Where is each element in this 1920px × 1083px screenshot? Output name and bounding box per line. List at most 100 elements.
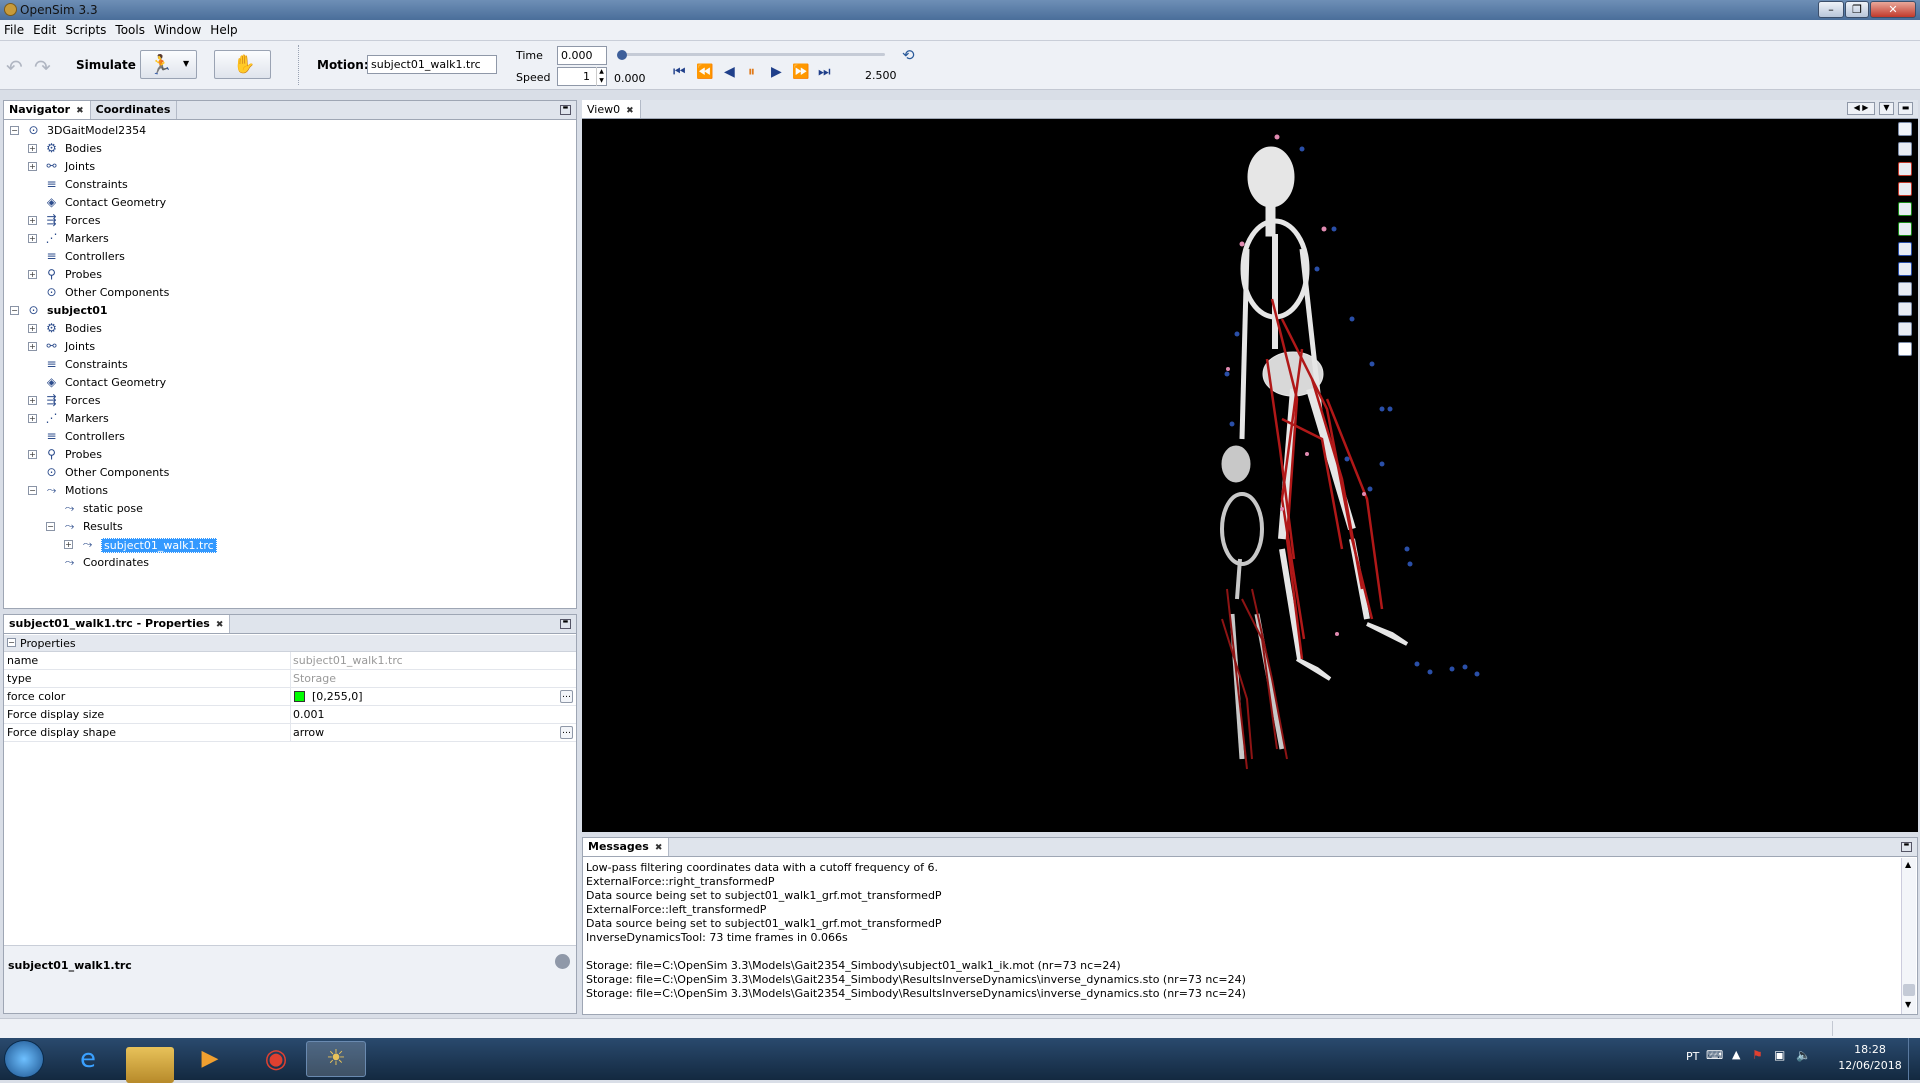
play-reverse-icon[interactable]: ◀ [724, 64, 735, 80]
maximize-button[interactable]: ❐ [1845, 1, 1869, 18]
tree-item-bodies[interactable]: + ⚙ Bodies [4, 140, 574, 158]
tree-item-coordinates[interactable]: ⤳ Coordinates [4, 554, 574, 572]
property-row-force-display-shape[interactable]: Force display shape arrow… [4, 724, 576, 742]
tree-model-subject01[interactable]: − ⊙ subject01 [4, 302, 574, 320]
expand-icon[interactable]: + [28, 270, 37, 279]
step-back-icon[interactable]: ⏪ [696, 64, 713, 80]
tree-item-joints[interactable]: + ⚯ Joints [4, 158, 574, 176]
run-simulation-button[interactable]: 🏃 ▼ [140, 50, 197, 79]
expand-icon[interactable]: + [28, 144, 37, 153]
pause-icon[interactable]: ⏸ [748, 64, 755, 80]
scroll-tabs-icon[interactable]: ◀ ▶ [1847, 102, 1875, 115]
close-icon[interactable]: ✖ [76, 106, 84, 116]
menu-help[interactable]: Help [206, 20, 242, 37]
property-row-force-display-size[interactable]: Force display size 0.001 [4, 706, 576, 724]
play-icon[interactable]: ▶ [771, 64, 782, 80]
property-value[interactable]: 0.001 [293, 708, 325, 721]
tree-item-motions[interactable]: − ⤳ Motions [4, 482, 574, 500]
tree-item-markers[interactable]: + ⋰ Markers [4, 410, 574, 428]
clock-date[interactable]: 12/06/2018 [1836, 1059, 1904, 1072]
speed-spinner[interactable]: ▲ ▼ [596, 67, 606, 86]
action-center-icon[interactable]: ⚑ [1752, 1048, 1763, 1062]
expand-icon[interactable]: + [28, 234, 37, 243]
time-slider-thumb[interactable] [617, 50, 627, 60]
scroll-down-icon[interactable]: ▼ [1905, 1000, 1911, 1009]
expand-icon[interactable]: + [28, 414, 37, 423]
messages-scrollbar[interactable]: ▲ ▼ [1901, 858, 1916, 1014]
chrome-icon[interactable]: ◉ [246, 1041, 306, 1077]
media-player-icon[interactable]: ▶ [180, 1041, 240, 1077]
go-to-start-icon[interactable]: ⏮ [673, 64, 686, 80]
scrollbar-thumb[interactable] [1903, 984, 1915, 996]
file-explorer-icon[interactable] [126, 1047, 174, 1083]
expand-icon[interactable]: + [64, 540, 73, 549]
chevron-down-icon[interactable]: ▼ [1879, 102, 1894, 115]
collapse-icon[interactable]: − [46, 522, 55, 531]
tree-item-forces[interactable]: + ⇶ Forces [4, 392, 574, 410]
record-icon[interactable] [1898, 302, 1912, 316]
expand-icon[interactable]: + [28, 396, 37, 405]
close-icon[interactable]: ✖ [626, 106, 634, 116]
show-hidden-icons[interactable]: ▲ [1732, 1048, 1740, 1061]
menu-scripts[interactable]: Scripts [61, 20, 111, 37]
minimize-panel-icon[interactable]: ▬ [560, 105, 571, 115]
tree-model-3dgaitmodel2354[interactable]: − ⊙ 3DGaitModel2354 [4, 122, 574, 140]
menu-file[interactable]: File [0, 20, 29, 37]
language-indicator[interactable]: PT [1686, 1050, 1699, 1063]
tree-item-joints[interactable]: + ⚯ Joints [4, 338, 574, 356]
tree-item-controllers[interactable]: ≡ Controllers [4, 248, 574, 266]
edit-shape-button[interactable]: … [560, 726, 573, 739]
minimize-panel-icon[interactable]: ▬ [1901, 842, 1912, 852]
tree-item-bodies[interactable]: + ⚙ Bodies [4, 320, 574, 338]
tree-item-contact-geometry[interactable]: ◈ Contact Geometry [4, 194, 574, 212]
chevron-down-icon[interactable]: ▼ [183, 59, 189, 68]
tree-item-probes[interactable]: + ⚲ Probes [4, 266, 574, 284]
start-button[interactable] [4, 1040, 44, 1078]
camera-icon[interactable] [1898, 282, 1912, 296]
properties-section-header[interactable]: − Properties [4, 635, 576, 652]
menu-tools[interactable]: Tools [111, 20, 150, 37]
tree-item-subject01-walk1[interactable]: + ⤳ subject01_walk1.trc [4, 536, 574, 554]
view-left-icon[interactable] [1898, 242, 1912, 256]
view-front-icon[interactable] [1898, 162, 1912, 176]
edit-color-button[interactable]: … [560, 690, 573, 703]
tab-view0[interactable]: View0 ✖ [582, 100, 641, 118]
tree-item-forces[interactable]: + ⇶ Forces [4, 212, 574, 230]
minimize-button[interactable]: – [1818, 1, 1844, 18]
tree-item-static-pose[interactable]: ⤳ static pose [4, 500, 574, 518]
maximize-view-icon[interactable]: ▬ [1898, 102, 1913, 115]
internet-explorer-icon[interactable]: e [58, 1041, 118, 1077]
time-field[interactable]: 0.000 [557, 46, 607, 65]
tab-properties[interactable]: subject01_walk1.trc - Properties ✖ [4, 615, 231, 633]
menu-edit[interactable]: Edit [29, 20, 61, 37]
tree-item-constraints[interactable]: ≡ Constraints [4, 176, 574, 194]
loop-icon[interactable]: ⟲ [902, 46, 915, 64]
view-right-icon[interactable] [1898, 262, 1912, 276]
tree-item-probes[interactable]: + ⚲ Probes [4, 446, 574, 464]
3d-viewer-canvas[interactable] [582, 119, 1918, 832]
stop-simulation-button[interactable]: ✋ [214, 50, 271, 79]
tree-item-other-components[interactable]: ⊙ Other Components [4, 284, 574, 302]
tab-navigator[interactable]: Navigator ✖ [4, 101, 91, 119]
keyboard-icon[interactable]: ⌨ [1706, 1048, 1723, 1062]
undo-icon[interactable]: ↶ [6, 55, 23, 79]
tree-item-other-components[interactable]: ⊙ Other Components [4, 464, 574, 482]
go-to-end-icon[interactable]: ⏭ [818, 64, 831, 80]
property-value[interactable]: arrow [293, 726, 324, 739]
clock-time[interactable]: 18:28 [1842, 1043, 1898, 1056]
tab-coordinates[interactable]: Coordinates [91, 101, 178, 119]
redo-icon[interactable]: ↷ [34, 55, 51, 79]
tab-messages[interactable]: Messages ✖ [583, 838, 670, 856]
collapse-icon[interactable]: − [10, 126, 19, 135]
expand-icon[interactable]: + [28, 450, 37, 459]
motion-field[interactable]: subject01_walk1.trc [367, 55, 497, 74]
tree-item-markers[interactable]: + ⋰ Markers [4, 230, 574, 248]
annotation-icon[interactable] [1898, 342, 1912, 356]
collapse-icon[interactable]: − [7, 638, 16, 647]
view-back-icon[interactable] [1898, 182, 1912, 196]
tree-item-results[interactable]: − ⤳ Results [4, 518, 574, 536]
tree-item-contact-geometry[interactable]: ◈ Contact Geometry [4, 374, 574, 392]
time-slider-track[interactable] [620, 53, 885, 56]
axes-icon[interactable] [1898, 122, 1912, 136]
scroll-up-icon[interactable]: ▲ [1905, 860, 1911, 869]
